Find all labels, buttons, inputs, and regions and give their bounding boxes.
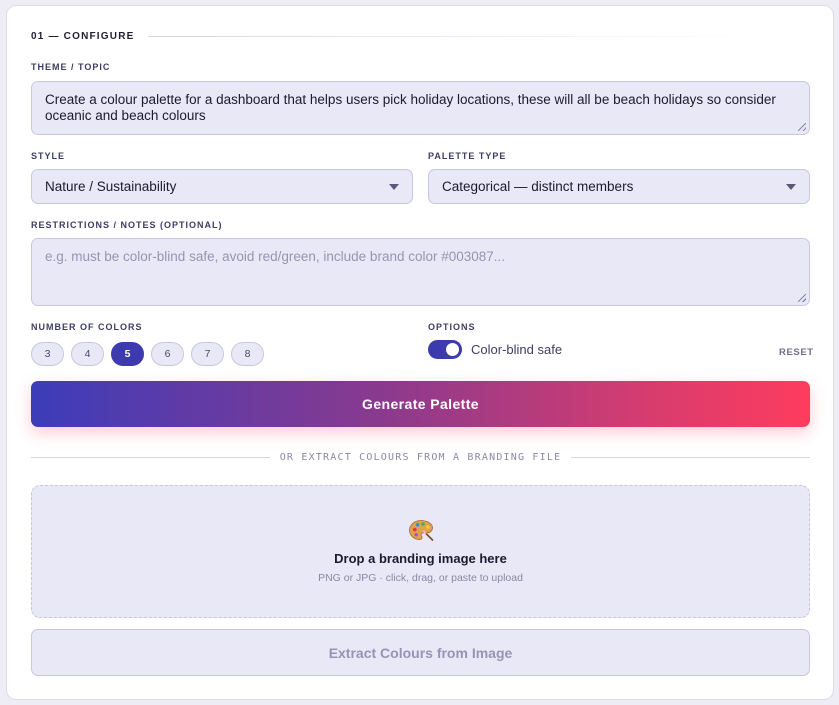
theme-textarea-value: Create a colour palette for a dashboard … xyxy=(45,92,776,123)
colorblind-toggle[interactable] xyxy=(428,340,462,359)
divider-text: OR EXTRACT COLOURS FROM A BRANDING FILE xyxy=(279,452,562,463)
branding-dropzone[interactable]: Drop a branding image here PNG or JPG · … xyxy=(31,485,810,618)
style-select[interactable]: Nature / Sustainability xyxy=(31,169,413,204)
num-colors-option-selected[interactable]: 5 xyxy=(111,342,144,366)
style-label: STYLE xyxy=(31,151,66,161)
chevron-down-icon xyxy=(389,183,399,190)
generate-palette-button[interactable]: Generate Palette xyxy=(31,381,810,427)
chevron-down-icon xyxy=(786,183,796,190)
divider-line xyxy=(31,457,270,458)
style-select-value: Nature / Sustainability xyxy=(45,179,177,194)
or-divider: OR EXTRACT COLOURS FROM A BRANDING FILE xyxy=(31,452,811,463)
palette-type-select[interactable]: Categorical — distinct members xyxy=(428,169,810,204)
num-colors-option[interactable]: 3 xyxy=(31,342,64,366)
dropzone-subtitle: PNG or JPG · click, drag, or paste to up… xyxy=(318,572,523,584)
num-colors-option[interactable]: 4 xyxy=(71,342,104,366)
palette-type-label: PALETTE TYPE xyxy=(428,151,507,161)
num-colors-option[interactable]: 8 xyxy=(231,342,264,366)
configure-panel: 01 — CONFIGURE THEME / TOPIC Create a co… xyxy=(6,5,834,700)
num-colors-pills: 3 4 5 6 7 8 xyxy=(31,342,264,366)
num-colors-label: NUMBER OF COLORS xyxy=(31,322,143,332)
toggle-knob xyxy=(446,343,459,356)
resize-grip-icon[interactable] xyxy=(798,123,806,131)
colorblind-label: Color-blind safe xyxy=(471,342,563,357)
extract-colours-button[interactable]: Extract Colours from Image xyxy=(31,629,810,676)
section-header: 01 — CONFIGURE xyxy=(31,31,761,42)
theme-label: THEME / TOPIC xyxy=(31,62,111,72)
restrictions-textarea[interactable]: e.g. must be color-blind safe, avoid red… xyxy=(31,238,810,306)
divider-line xyxy=(571,457,811,458)
reset-button[interactable]: RESET xyxy=(779,347,814,358)
palette-type-select-value: Categorical — distinct members xyxy=(442,179,634,194)
num-colors-option[interactable]: 6 xyxy=(151,342,184,366)
restrictions-label: RESTRICTIONS / NOTES (OPTIONAL) xyxy=(31,220,223,230)
restrictions-placeholder: e.g. must be color-blind safe, avoid red… xyxy=(45,249,506,264)
palette-icon xyxy=(408,520,433,541)
num-colors-option[interactable]: 7 xyxy=(191,342,224,366)
theme-textarea[interactable]: Create a colour palette for a dashboard … xyxy=(31,81,810,135)
section-title: 01 — CONFIGURE xyxy=(31,31,135,42)
resize-grip-icon[interactable] xyxy=(798,294,806,302)
dropzone-title: Drop a branding image here xyxy=(334,551,507,566)
section-rule xyxy=(148,36,761,37)
options-label: OPTIONS xyxy=(428,322,476,332)
colorblind-option: Color-blind safe xyxy=(428,340,562,359)
